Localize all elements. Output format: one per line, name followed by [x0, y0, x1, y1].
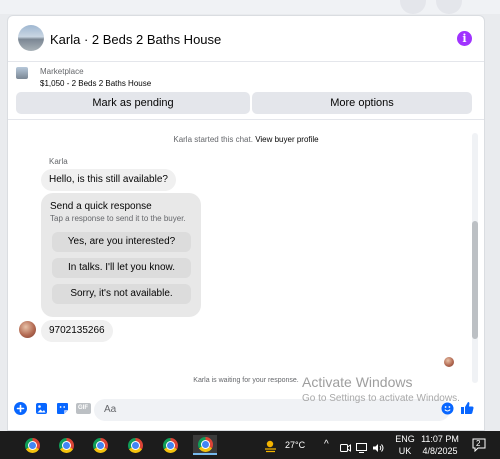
info-icon[interactable]: i [457, 31, 472, 46]
weather-temperature[interactable]: 27°C [285, 440, 305, 450]
top-button-right[interactable] [436, 0, 462, 14]
plus-icon[interactable] [13, 401, 27, 415]
chrome-icon [197, 436, 213, 452]
thread-scrollbar[interactable] [472, 133, 478, 383]
network-icon[interactable] [356, 440, 367, 458]
gif-icon[interactable]: GIF [75, 401, 91, 415]
watermark-title: Activate Windows [302, 374, 413, 390]
message-bubble: 9702135266 [41, 320, 113, 342]
clock-time[interactable]: 11:07 PM [420, 434, 460, 444]
watermark-subtitle: Go to Settings to activate Windows. [302, 393, 460, 404]
chrome-taskbar-icon[interactable] [158, 435, 182, 455]
chat-started-text: Karla started this chat. [173, 135, 253, 144]
mark-as-pending-button[interactable]: Mark as pending [16, 92, 250, 114]
top-button-left[interactable] [400, 0, 426, 14]
quick-response-title: Send a quick response [50, 201, 152, 212]
gif-label: GIF [75, 402, 91, 414]
chrome-icon [127, 437, 143, 453]
clock-date[interactable]: 4/8/2025 [420, 446, 460, 456]
chat-panel: Karla · 2 Beds 2 Baths House i Marketpla… [7, 15, 485, 431]
windows-taskbar: 27°C ^ ENG UK 11:07 PM 4/8/2025 2 [0, 431, 500, 459]
chrome-taskbar-icon-active[interactable] [193, 435, 217, 455]
buyer-avatar[interactable] [19, 321, 36, 338]
language-code[interactable]: ENG [395, 434, 415, 444]
quick-response-option[interactable]: In talks. I'll let you know. [52, 258, 191, 278]
message-bubble: Hello, is this still available? [41, 169, 176, 191]
quick-response-option[interactable]: Sorry, it's not available. [52, 284, 191, 304]
chrome-taskbar-icon[interactable] [54, 435, 78, 455]
listing-avatar[interactable] [18, 25, 44, 51]
chrome-icon [58, 437, 74, 453]
chat-header: Karla · 2 Beds 2 Baths House i [8, 16, 484, 62]
notification-icon[interactable]: 2 [472, 438, 486, 453]
chat-started-notice: Karla started this chat. View buyer prof… [8, 135, 484, 144]
message-thread: Karla started this chat. View buyer prof… [8, 121, 484, 391]
quick-response-option[interactable]: Yes, are you interested? [52, 232, 191, 252]
chrome-taskbar-icon[interactable] [88, 435, 112, 455]
listing-price: $1,050 - 2 Beds 2 Baths House [40, 79, 152, 88]
seen-avatar [444, 357, 454, 367]
quick-response-card: Send a quick response Tap a response to … [41, 193, 201, 317]
language-region[interactable]: UK [395, 446, 415, 456]
chrome-taskbar-icon[interactable] [123, 435, 147, 455]
chevron-up-icon[interactable]: ^ [324, 439, 329, 450]
browser-top-strip [0, 0, 500, 14]
listing-summary: Marketplace $1,050 - 2 Beds 2 Baths Hous… [8, 62, 484, 120]
sender-name: Karla [49, 157, 68, 166]
listing-category: Marketplace [40, 67, 84, 76]
photo-icon[interactable] [34, 401, 48, 415]
chrome-icon [92, 437, 108, 453]
notification-count: 2 [476, 439, 481, 448]
weather-icon[interactable] [263, 438, 278, 453]
chat-title[interactable]: Karla · 2 Beds 2 Baths House [50, 32, 221, 47]
sticker-icon[interactable] [55, 401, 69, 415]
thumbs-up-icon[interactable] [460, 401, 474, 415]
scrollbar-thumb[interactable] [472, 221, 478, 339]
chrome-taskbar-icon[interactable] [20, 435, 44, 455]
view-buyer-profile-link[interactable]: View buyer profile [255, 135, 318, 144]
activate-windows-watermark: Activate Windows Go to Settings to activ… [302, 374, 460, 404]
volume-icon[interactable] [372, 440, 384, 458]
more-options-button[interactable]: More options [252, 92, 472, 114]
meet-now-icon[interactable] [340, 440, 351, 458]
chrome-icon [162, 437, 178, 453]
listing-thumbnail [16, 67, 28, 79]
chrome-icon [24, 437, 40, 453]
quick-response-subtitle: Tap a response to send it to the buyer. [50, 214, 186, 223]
